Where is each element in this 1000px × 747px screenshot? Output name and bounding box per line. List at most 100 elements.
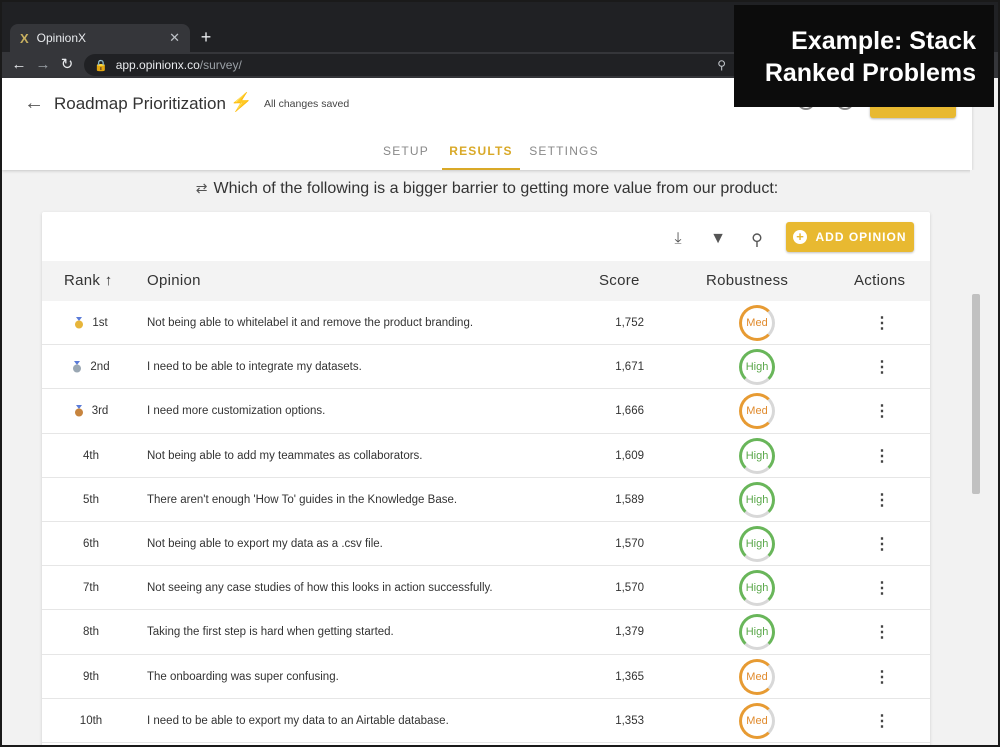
more-options-icon[interactable]: ⋮ — [872, 301, 892, 345]
rank-text: 8th — [83, 626, 99, 639]
robustness-badge: Med — [739, 393, 775, 430]
reload-icon[interactable]: ↻ — [58, 55, 76, 75]
search-icon[interactable]: ⚲ — [747, 230, 767, 250]
rank-cell: 10th — [66, 699, 116, 743]
forward-arrow-icon[interactable]: → — [34, 55, 52, 75]
gold-medal-icon — [74, 317, 84, 329]
table-row[interactable]: 2nd I need to be able to integrate my dat… — [42, 345, 930, 390]
screenshot-frame: X OpinionX ✕ + ← → ↻ 🔒 app.opinionx.co/s… — [0, 0, 1000, 747]
zoom-icon[interactable]: ⚲ — [717, 58, 726, 72]
opinion-cell: Not seeing any case studies of how this … — [147, 582, 493, 595]
save-status: All changes saved — [264, 98, 350, 110]
download-icon[interactable]: ⤓ — [668, 230, 688, 248]
callout-banner: Example: Stack Ranked Problems — [734, 5, 994, 107]
scrollbar[interactable] — [970, 170, 982, 745]
tab-results[interactable]: RESULTS — [442, 144, 520, 170]
opinion-cell: I need to be able to export my data to a… — [147, 714, 449, 727]
question-text: Which of the following is a bigger barri… — [213, 180, 779, 197]
score-cell: 1,666 — [615, 405, 644, 418]
robustness-cell: Med — [737, 655, 777, 699]
more-options-icon[interactable]: ⋮ — [872, 434, 892, 478]
add-opinion-button[interactable]: + ADD OPINION — [786, 222, 914, 252]
opinion-cell: Not being able to export my data as a .c… — [147, 537, 383, 550]
robustness-cell: Med — [737, 699, 777, 743]
more-options-icon[interactable]: ⋮ — [872, 699, 892, 743]
close-tab-icon[interactable]: ✕ — [169, 30, 180, 46]
rank-cell: 6th — [66, 522, 116, 566]
table-row[interactable]: 10th I need to be able to export my data … — [42, 699, 930, 743]
table-header: Rank ↑ Opinion Score Robustness Actions — [42, 261, 930, 301]
robustness-cell: Med — [737, 389, 777, 433]
robustness-badge: Med — [739, 658, 775, 695]
table-row[interactable]: 7th Not seeing any case studies of how th… — [42, 566, 930, 611]
rank-text: 1st — [92, 317, 108, 329]
compare-arrows-icon: ⇄ — [195, 180, 208, 196]
robustness-cell: High — [737, 522, 777, 566]
address-bar[interactable]: 🔒 app.opinionx.co/survey/ ⚲ — [84, 54, 844, 76]
browser-tab[interactable]: X OpinionX ✕ — [10, 24, 190, 52]
table-row[interactable]: 4th Not being able to add my teammates as… — [42, 434, 930, 478]
opinion-cell: Not being able to whitelabel it and remo… — [147, 317, 474, 329]
new-tab-button[interactable]: + — [196, 26, 216, 48]
more-options-icon[interactable]: ⋮ — [872, 655, 892, 699]
table-row[interactable]: 3rd I need more customization options. 1,6… — [42, 389, 930, 434]
table-row[interactable]: 8th Taking the first step is hard when ge… — [42, 610, 930, 655]
robustness-badge: Med — [739, 305, 775, 341]
robustness-cell: High — [737, 478, 777, 522]
more-options-icon[interactable]: ⋮ — [872, 478, 892, 522]
robustness-badge: High — [739, 614, 775, 651]
col-rank[interactable]: Rank ↑ — [64, 272, 113, 289]
rank-cell: 9th — [66, 655, 116, 699]
more-options-icon[interactable]: ⋮ — [872, 610, 892, 654]
rank-text: 2nd — [90, 361, 110, 374]
rank-text: 4th — [83, 449, 99, 462]
score-cell: 1,365 — [615, 670, 644, 683]
rank-text: 9th — [83, 670, 99, 683]
score-cell: 1,589 — [615, 493, 644, 506]
table-row[interactable]: 9th The onboarding was super confusing. 1,… — [42, 655, 930, 699]
opinion-cell: I need more customization options. — [147, 405, 326, 418]
url-host: app.opinionx.co — [115, 58, 200, 72]
score-cell: 1,570 — [615, 582, 644, 595]
col-score: Score — [599, 272, 640, 289]
more-options-icon[interactable]: ⋮ — [872, 345, 892, 389]
tab-settings[interactable]: SETTINGS — [528, 144, 600, 170]
col-robustness: Robustness — [706, 272, 789, 289]
score-cell: 1,752 — [615, 317, 644, 329]
back-arrow-icon[interactable]: ← — [10, 55, 28, 75]
more-options-icon[interactable]: ⋮ — [872, 389, 892, 433]
table-row[interactable]: 5th There aren't enough 'How To' guides i… — [42, 478, 930, 522]
table-row[interactable]: 1st Not being able to whitelabel it and r… — [42, 301, 930, 346]
rank-cell: 3rd — [66, 389, 116, 433]
score-cell: 1,353 — [615, 714, 644, 727]
score-cell: 1,570 — [615, 537, 644, 550]
silver-medal-icon — [72, 361, 82, 373]
robustness-cell: High — [737, 434, 777, 478]
more-options-icon[interactable]: ⋮ — [872, 522, 892, 566]
opinion-cell: I need to be able to integrate my datase… — [147, 361, 362, 374]
filter-icon[interactable]: ▼ — [708, 230, 728, 248]
page-title: Roadmap Prioritization — [54, 94, 226, 113]
robustness-badge: High — [739, 525, 775, 562]
table-row[interactable]: 6th Not being able to export my data as a… — [42, 522, 930, 567]
callout-line-1: Example: Stack — [791, 27, 976, 55]
rank-cell: 2nd — [66, 345, 116, 389]
opinion-cell: Taking the first step is hard when getti… — [147, 626, 394, 639]
browser-tab-title: OpinionX — [36, 31, 87, 45]
rank-text: 10th — [79, 714, 103, 727]
tab-bar: SETUP RESULTS SETTINGS — [2, 140, 972, 170]
robustness-badge: Med — [739, 702, 775, 739]
opinion-cell: The onboarding was super confusing. — [147, 670, 339, 683]
scrollbar-thumb[interactable] — [972, 294, 980, 494]
rank-text: 7th — [83, 582, 99, 595]
back-arrow-icon[interactable]: ← — [24, 92, 44, 115]
tab-setup[interactable]: SETUP — [374, 144, 438, 170]
more-options-icon[interactable]: ⋮ — [872, 566, 892, 610]
rank-cell: 7th — [66, 566, 116, 610]
sort-arrow-icon: ↑ — [104, 272, 113, 289]
question-heading: ⇄ Which of the following is a bigger barr… — [2, 180, 972, 198]
score-cell: 1,671 — [615, 361, 644, 374]
results-card: ⤓ ▼ ⚲ + ADD OPINION Rank ↑ Opinion Score… — [42, 212, 930, 745]
robustness-cell: High — [737, 566, 777, 610]
score-cell: 1,609 — [615, 449, 644, 462]
